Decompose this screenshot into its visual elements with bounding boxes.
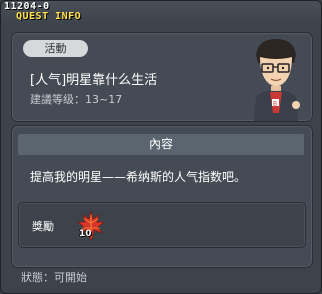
content-header: 內容 (18, 134, 304, 155)
event-tag: 活動 (23, 40, 88, 57)
quest-level: 建議等级：13~17 (30, 93, 123, 106)
quest-content-panel: 內容 提高我的明星——希纳斯的人气指数吧。 獎勵 10 (11, 125, 313, 268)
reward-label: 獎勵 (32, 220, 54, 233)
quest-summary-panel: 活動 [人气]明星靠什么生活 建議等级：13~17 B (11, 32, 313, 122)
quest-info-window: 11204-0 QUEST INFO 活動 [人气]明星靠什么生活 建議等级：1… (0, 0, 322, 294)
quest-status: 狀態：可開始 (21, 271, 87, 284)
quest-name: [人气]明星靠什么生活 (30, 73, 158, 88)
quest-description: 提高我的明星——希纳斯的人气指数吧。 (30, 170, 247, 184)
svg-text:B: B (273, 101, 277, 108)
reward-item-count: 10 (79, 229, 92, 239)
window-title: QUEST INFO (16, 11, 82, 22)
npc-portrait: B (254, 39, 300, 121)
reward-box: 獎勵 10 (18, 202, 306, 248)
title-bar[interactable]: 11204-0 QUEST INFO (1, 1, 321, 25)
reward-item-slot[interactable]: 10 (76, 209, 106, 241)
